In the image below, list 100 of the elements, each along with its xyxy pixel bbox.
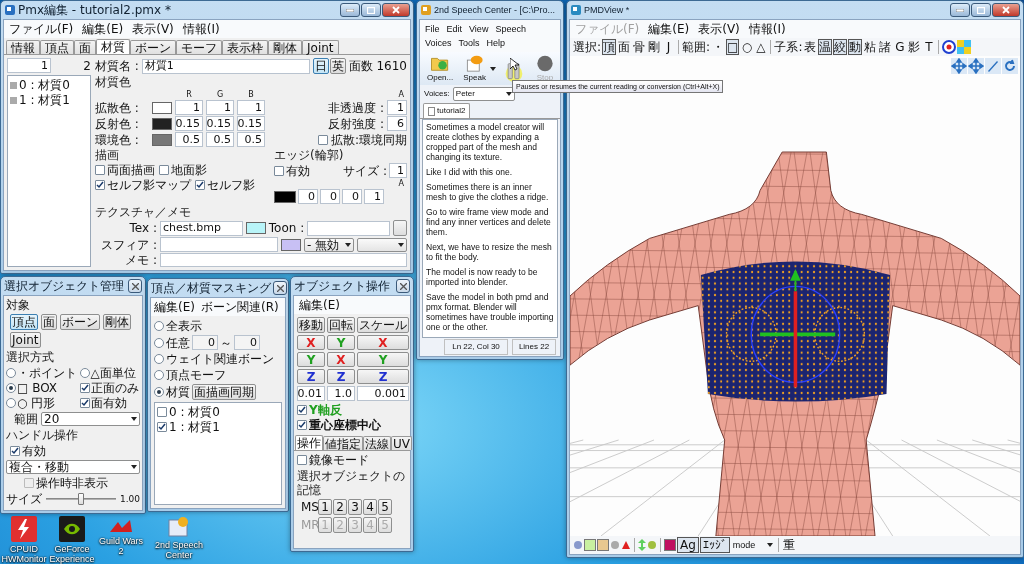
slider-thumb[interactable] <box>77 493 84 505</box>
number-field[interactable]: 0.15 <box>237 116 265 131</box>
toolbar-toggle[interactable]: T <box>922 39 936 55</box>
app-shortcut-icon[interactable] <box>59 516 85 542</box>
close-button[interactable] <box>273 281 287 295</box>
toolbar-button[interactable]: 重 <box>781 537 796 553</box>
close-button[interactable] <box>128 279 142 293</box>
target-button[interactable]: Joint <box>10 332 41 348</box>
number-field[interactable]: 0 <box>192 335 218 350</box>
axis-button[interactable]: X <box>357 335 409 350</box>
number-field[interactable]: 0.5 <box>175 132 203 147</box>
toolbar-button[interactable]: Speak <box>460 54 489 83</box>
menu-item[interactable]: Tools <box>458 36 480 50</box>
memory-slot-button[interactable]: 2 <box>333 499 347 515</box>
menu-item[interactable]: 表示(V) <box>132 22 174 36</box>
number-field[interactable]: 0 <box>342 189 362 204</box>
checkbox[interactable] <box>157 407 167 417</box>
checkbox[interactable] <box>157 422 167 432</box>
minimize-button[interactable] <box>340 3 360 17</box>
transform-button[interactable]: 回転 <box>327 317 355 333</box>
transform-button[interactable]: 移動 <box>297 317 325 333</box>
toolbar-toggle[interactable]: ○ <box>740 39 754 55</box>
circle-icon[interactable] <box>573 540 583 550</box>
toolbar-toggle[interactable]: △ <box>754 39 768 55</box>
color-swatch[interactable] <box>274 190 296 203</box>
target-button[interactable]: ボーン <box>60 314 100 330</box>
radio-button[interactable] <box>154 387 164 397</box>
toolbar-toggle[interactable]: □ <box>726 39 740 55</box>
number-field[interactable]: 1 <box>206 100 234 115</box>
radio-button[interactable] <box>154 321 164 331</box>
memory-slot-button[interactable]: 5 <box>378 499 392 515</box>
tab[interactable]: 情報 <box>6 40 40 54</box>
checkbox[interactable] <box>297 420 307 430</box>
toolbar-toggle[interactable]: 粘 <box>863 39 878 55</box>
text-field[interactable]: 材質1 <box>141 58 311 74</box>
number-field[interactable]: 1 <box>175 100 203 115</box>
toolbar-toggle[interactable]: 動 <box>848 39 863 55</box>
radio-button[interactable] <box>79 368 90 378</box>
axis-button[interactable]: Z <box>297 369 325 384</box>
memory-slot-button[interactable]: 3 <box>348 499 362 515</box>
menu-item[interactable]: 情報(I) <box>748 22 786 36</box>
color-swatch[interactable] <box>152 101 172 114</box>
tab[interactable]: UV <box>391 436 412 450</box>
move-arrows-icon[interactable] <box>968 58 984 74</box>
toolbar-toggle[interactable]: 骨 <box>632 39 647 55</box>
menu-item[interactable]: 表示(V) <box>698 22 740 36</box>
tab[interactable]: 法線 <box>363 436 391 450</box>
close-button[interactable] <box>382 3 410 17</box>
number-field[interactable]: 1.0 <box>327 386 355 401</box>
transform-button[interactable]: スケール <box>357 317 409 333</box>
dropdown[interactable]: 20 <box>41 412 140 426</box>
maximize-button[interactable] <box>361 3 381 17</box>
toolbar-toggle[interactable]: ｴｯｼﾞ <box>699 537 730 553</box>
menu-item[interactable]: Edit <box>446 22 463 36</box>
checkbox[interactable] <box>195 180 205 190</box>
number-field[interactable]: 6 <box>387 116 407 131</box>
toolbar-toggle[interactable]: 表 <box>803 39 818 55</box>
move-arrows-icon[interactable] <box>951 58 967 74</box>
color-swatch[interactable] <box>245 222 266 234</box>
axis-button[interactable]: X <box>297 335 325 350</box>
tab[interactable]: 表示枠 <box>222 40 268 54</box>
close-button[interactable] <box>396 279 410 293</box>
maximize-button[interactable] <box>971 3 991 17</box>
minimize-button[interactable] <box>950 3 970 17</box>
menu-item[interactable]: ファイル(F) <box>9 22 74 36</box>
menu-item[interactable]: View <box>469 22 489 36</box>
text-field[interactable] <box>307 220 390 236</box>
menu-item[interactable]: Speech <box>495 22 526 36</box>
target-button[interactable]: 頂点 <box>10 314 38 330</box>
app-shortcut-icon[interactable] <box>11 516 37 542</box>
tab[interactable]: Joint <box>302 40 339 54</box>
color-swatch[interactable] <box>152 117 172 130</box>
axis-button[interactable]: X <box>327 352 355 367</box>
list-item[interactable]: 0 : 材質0 <box>10 78 88 92</box>
toolbar-button[interactable]: Open... <box>424 54 457 83</box>
memo-field[interactable] <box>160 253 407 267</box>
toolbar-toggle[interactable]: ・ <box>711 39 726 55</box>
checkbox[interactable] <box>159 165 169 175</box>
checkbox[interactable] <box>24 478 34 488</box>
checkbox[interactable] <box>10 446 20 456</box>
list-item[interactable]: 0 : 材質0 <box>157 405 279 419</box>
target-button[interactable]: 剛体 <box>103 314 131 330</box>
color-swatch[interactable] <box>281 238 301 251</box>
text-editor[interactable] <box>422 119 558 338</box>
tab[interactable]: 材質 <box>96 39 130 54</box>
toolbar-toggle[interactable]: 諸 <box>878 39 893 55</box>
menu-item[interactable]: 編集(E) <box>82 22 124 36</box>
menu-item[interactable]: File <box>425 22 440 36</box>
number-field[interactable]: 0.15 <box>175 116 203 131</box>
menu-item[interactable]: Help <box>486 36 506 50</box>
target-icon[interactable] <box>942 40 957 54</box>
radio-button[interactable] <box>6 398 16 408</box>
checkbox[interactable] <box>297 455 307 465</box>
square-icon[interactable] <box>597 539 609 551</box>
axis-button[interactable]: Z <box>357 369 409 384</box>
checkbox[interactable] <box>317 134 328 145</box>
number-field[interactable]: 0 <box>320 189 340 204</box>
tab[interactable]: ボーン <box>130 40 176 54</box>
triangle-icon[interactable] <box>621 540 631 550</box>
toolbar-toggle[interactable]: G <box>893 39 907 55</box>
